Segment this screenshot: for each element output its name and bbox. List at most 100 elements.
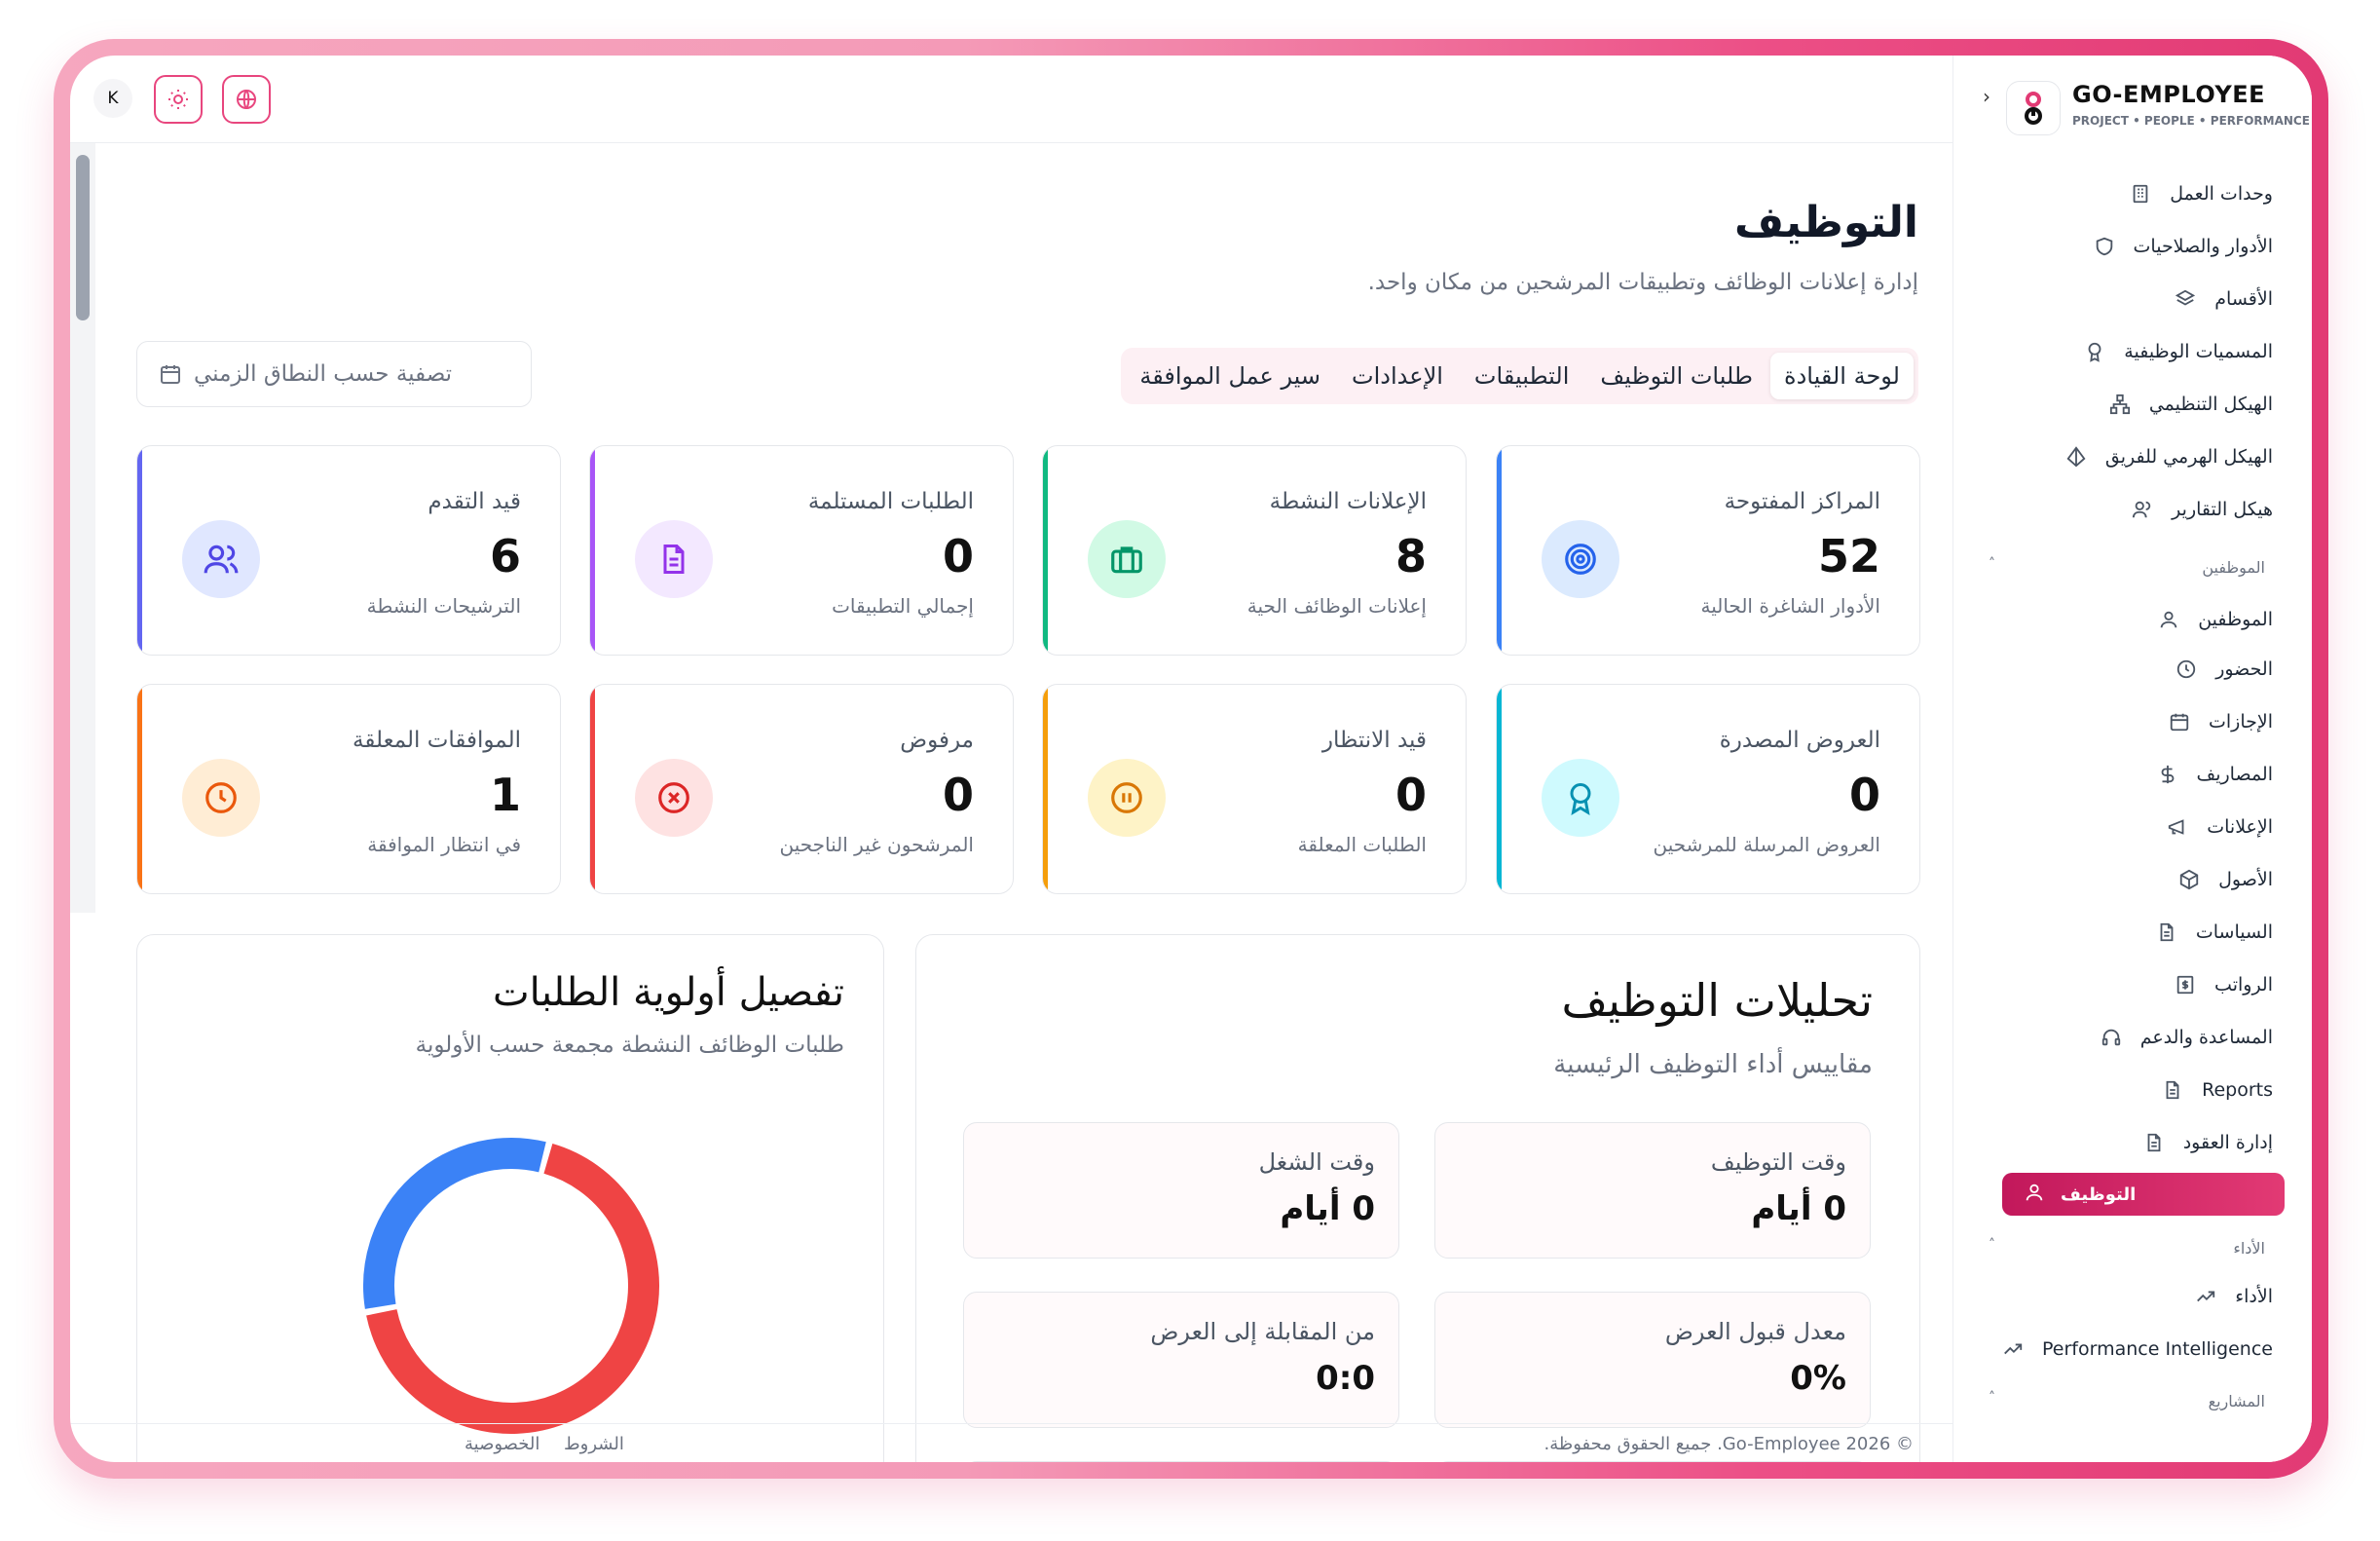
stat-offers-issued: العروض المصدرة 0 العروض المرسلة للمرشحين [1496,684,1920,894]
users-icon [182,520,260,598]
metric-label: من المقابلة إلى العرض [1150,1318,1375,1345]
stat-sub: في انتظار الموافقة [367,833,521,856]
metric-interview-to-offer: من المقابلة إلى العرض 0:0 [963,1292,1399,1428]
sidebar-item-team-hierarchy[interactable]: الهيكل الهرمي للفريق [2063,434,2273,479]
donut-slice-1[interactable] [363,1138,546,1309]
sidebar-item-performance-intelligence[interactable]: Performance Intelligence [1999,1327,2273,1372]
sidebar-item-expenses[interactable]: المصاريف [2154,752,2273,797]
sidebar-item-roles[interactable]: الأدوار والصلاحيات [2091,224,2273,269]
stat-label: الطلبات المستلمة [807,489,974,514]
stat-sub: العروض المرسلة للمرشحين [1653,833,1880,856]
footer-terms-link[interactable]: الشروط [564,1434,624,1454]
sidebar-item-work-units[interactable]: وحدات العمل [2127,171,2273,216]
sidebar-item-label: Reports [2202,1079,2273,1101]
stat-sub: الطلبات المعلقة [1297,833,1427,856]
clock-icon [2173,656,2200,683]
chevron-up-icon[interactable]: ˄ [1989,1390,1995,1406]
building-icon [2127,180,2154,207]
tab-bar: لوحة القيادة طلبات التوظيف التطبيقات الإ… [1121,348,1918,404]
sidebar-item-policies[interactable]: السياسات [2153,910,2273,955]
sidebar-item-label: الأدوار والصلاحيات [2133,236,2273,257]
sidebar-item-label: Performance Intelligence [2042,1338,2273,1360]
box-icon [2175,866,2203,893]
stat-accent-bar [137,446,142,655]
stat-rejected: مرفوض 0 المرشحون غير الناجحين [589,684,1014,894]
stat-value: 0 [942,530,974,583]
sidebar-item-help-support[interactable]: المساعدة والدعم [2098,1015,2273,1060]
target-icon [1542,520,1619,598]
metric-value: 0 أيام [1751,1189,1846,1228]
stat-value: 0 [1848,769,1880,821]
stat-label: قيد الانتظار [1321,728,1427,753]
stat-accent-bar [590,685,595,893]
sidebar-item-announcements[interactable]: الإعلانات [2164,805,2273,849]
stat-sub: إعلانات الوظائف الحية [1246,594,1427,618]
document-icon [635,520,713,598]
sidebar-item-label: الهيكل الهرمي للفريق [2104,446,2273,468]
tab-dashboard[interactable]: لوحة القيادة [1770,353,1914,399]
sidebar-item-job-titles[interactable]: المسميات الوظيفية [2081,329,2273,374]
sidebar-item-contracts[interactable]: إدارة العقود [2140,1120,2273,1165]
sidebar-item-org-structure[interactable]: الهيكل التنظيمي [2106,382,2273,427]
sidebar-item-label: إدارة العقود [2182,1132,2273,1153]
pyramid-icon [2063,443,2090,470]
metric-value: 0% [1790,1359,1846,1398]
sidebar-item-reports[interactable]: Reports [2159,1068,2273,1112]
users-icon [2129,496,2156,523]
user-avatar[interactable]: K [93,79,132,118]
tab-approval-workflow[interactable]: سير عمل الموافقة [1126,353,1334,399]
date-range-filter[interactable]: تصفية حسب النطاق الزمني [136,341,532,407]
sidebar-item-label: المسميات الوظيفية [2124,341,2273,362]
stat-label: مرفوض [900,728,974,753]
sidebar: › GO-EMPLOYEE PROJECT • PEOPLE • PERFORM… [1952,56,2312,1462]
brand-tagline: PROJECT • PEOPLE • PERFORMANCE [2072,114,2310,128]
sidebar-item-label: الأقسام [2214,288,2273,310]
sidebar-item-attendance[interactable]: الحضور [2173,647,2273,692]
sidebar-item-employees[interactable]: الموظفين [2155,597,2273,642]
sidebar-item-payroll[interactable]: الرواتب [2172,962,2273,1007]
chevron-up-icon[interactable]: ˄ [1989,1237,1995,1253]
stat-value: 6 [489,530,521,583]
main-content: التوظيف إدارة إعلانات الوظائف وتطبيقات ا… [70,143,1952,1462]
stat-value: 52 [1817,530,1880,583]
megaphone-icon [2164,813,2191,841]
stat-accent-bar [1043,685,1048,893]
sidebar-item-leaves[interactable]: الإجازات [2166,699,2273,744]
priority-donut-chart [363,1138,659,1434]
footer-privacy-link[interactable]: الخصوصية [465,1434,539,1454]
stat-accent-bar [1497,446,1502,655]
stat-sub: المرشحون غير الناجحين [779,833,975,856]
section-header-performance[interactable]: الأداء [2233,1239,2265,1258]
footer-copyright: © Go-Employee 2026. جميع الحقوق محفوظة. [1543,1434,1914,1454]
stat-in-progress: قيد التقدم 6 الترشيحات النشطة [136,445,561,656]
dollar-icon [2154,761,2181,788]
sidebar-item-departments[interactable]: الأقسام [2172,277,2273,321]
pause-icon [1088,759,1166,837]
calendar-icon [161,365,180,384]
tab-settings[interactable]: الإعدادات [1338,353,1457,399]
sidebar-item-assets[interactable]: الأصول [2175,857,2273,902]
stat-active-postings: الإعلانات النشطة 8 إعلانات الوظائف الحية [1042,445,1467,656]
tab-requisitions[interactable]: طلبات التوظيف [1586,353,1766,399]
section-header-employees[interactable]: الموظفين [2202,558,2265,577]
sidebar-item-label: المصاريف [2196,764,2273,785]
metric-value: 0:0 [1316,1359,1375,1398]
chevron-up-icon[interactable]: ˄ [1989,556,1995,572]
theme-toggle-button[interactable] [154,75,203,124]
sidebar-item-label: الإجازات [2209,711,2273,733]
sidebar-item-reporting-structure[interactable]: هيكل التقارير [2129,487,2273,532]
trend-icon [2192,1283,2219,1310]
layers-icon [2172,285,2199,313]
sidebar-item-recruitment[interactable]: التوظيف [2002,1173,2285,1216]
sidebar-item-label: الأصول [2218,869,2273,890]
sidebar-item-performance[interactable]: الأداء [2192,1274,2273,1319]
top-bar: K [70,56,1952,143]
stat-label: المراكز المفتوحة [1724,489,1880,514]
sidebar-item-label: السياسات [2195,921,2273,943]
tab-applications[interactable]: التطبيقات [1461,353,1582,399]
language-button[interactable] [222,75,271,124]
chevron-right-icon[interactable]: › [1983,85,1990,108]
section-header-projects[interactable]: المشاريع [2209,1392,2265,1410]
stat-open-positions: المراكز المفتوحة 52 الأدوار الشاغرة الحا… [1496,445,1920,656]
stat-accent-bar [137,685,142,893]
